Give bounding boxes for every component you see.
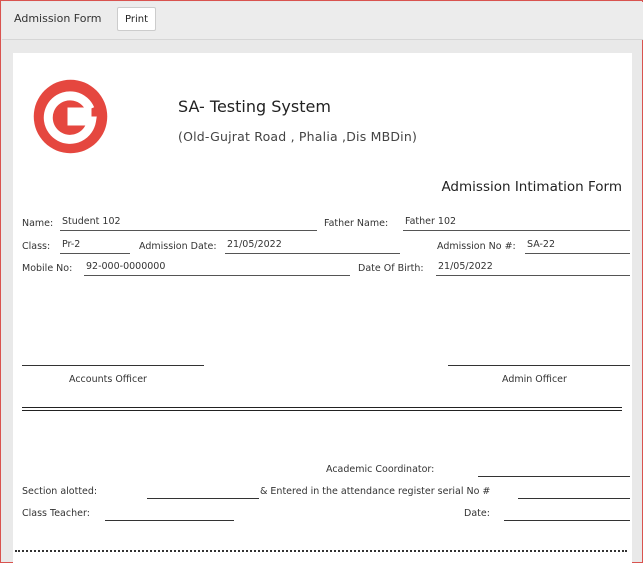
accounts-officer-label: Accounts Officer xyxy=(69,374,147,385)
class-value: Pr-2 xyxy=(60,239,130,254)
date-line xyxy=(504,520,630,521)
mobile-label: Mobile No: xyxy=(22,263,73,274)
father-name-value: Father 102 xyxy=(403,216,630,231)
accounts-officer-signature-line xyxy=(22,365,204,366)
page-title: Admission Form xyxy=(14,12,102,25)
school-address: (Old-Gujrat Road , Phalia ,Dis MBDin) xyxy=(178,129,418,144)
admin-officer-signature-line xyxy=(448,365,630,366)
academic-coordinator-line xyxy=(478,476,630,477)
class-label: Class: xyxy=(22,241,51,252)
class-teacher-line xyxy=(105,520,234,521)
toolbar: Admission Form Print xyxy=(2,2,643,40)
class-teacher-label: Class Teacher: xyxy=(22,508,90,519)
date-label: Date: xyxy=(464,508,490,519)
admission-date-value: 21/05/2022 xyxy=(225,239,400,254)
attendance-register-line xyxy=(518,498,630,499)
admission-date-label: Admission Date: xyxy=(139,241,217,252)
app-window: Admission Form Print SA- Testing System … xyxy=(0,0,643,563)
admission-no-label: Admission No #: xyxy=(437,241,516,252)
attendance-register-label: & Entered in the attendance register ser… xyxy=(260,486,491,497)
print-button[interactable]: Print xyxy=(117,7,156,31)
section-alotted-line xyxy=(147,498,259,499)
mobile-value: 92-000-0000000 xyxy=(84,261,350,276)
academic-coordinator-label: Academic Coordinator: xyxy=(326,464,435,475)
name-value: Student 102 xyxy=(60,216,317,231)
section-divider xyxy=(22,407,622,411)
dob-label: Date Of Birth: xyxy=(358,263,424,274)
father-name-label: Father Name: xyxy=(324,218,389,229)
cut-line xyxy=(15,550,627,552)
admin-officer-label: Admin Officer xyxy=(502,374,567,385)
admission-form-paper: SA- Testing System (Old-Gujrat Road , Ph… xyxy=(13,53,632,563)
school-logo-icon xyxy=(33,79,108,154)
form-title: Admission Intimation Form xyxy=(441,179,622,195)
school-name: SA- Testing System xyxy=(178,97,331,116)
dob-value: 21/05/2022 xyxy=(436,261,630,276)
section-alotted-label: Section alotted: xyxy=(22,486,98,497)
name-label: Name: xyxy=(22,218,54,229)
admission-no-value: SA-22 xyxy=(525,239,630,254)
